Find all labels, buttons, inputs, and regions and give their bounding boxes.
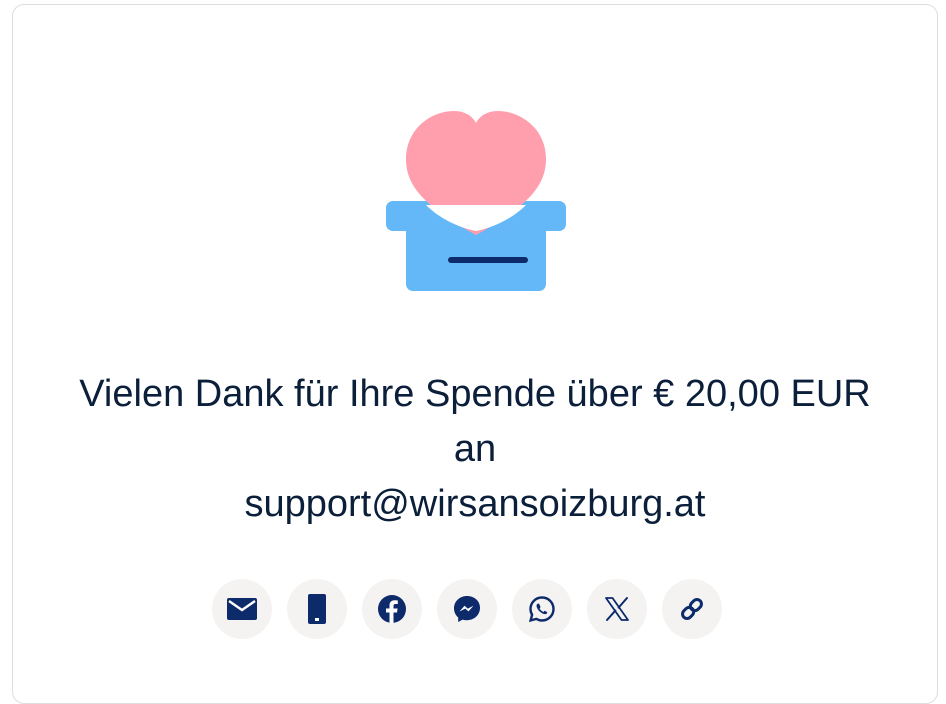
- whatsapp-icon: [528, 596, 555, 623]
- donation-box-heart-illustration: [386, 111, 566, 291]
- thank-you-line: Vielen Dank für Ihre Spende über € 20,00…: [79, 373, 871, 415]
- share-buttons: [212, 579, 722, 639]
- share-x-button[interactable]: [587, 579, 647, 639]
- donation-confirmation-card: Vielen Dank für Ihre Spende über € 20,00…: [12, 4, 938, 704]
- messenger-icon: [454, 596, 480, 622]
- copy-link-button[interactable]: [662, 579, 722, 639]
- thank-you-message: Vielen Dank für Ihre Spende über € 20,00…: [13, 367, 937, 532]
- facebook-icon: [378, 595, 406, 623]
- recipient-prefix: an: [453, 428, 497, 470]
- share-messenger-button[interactable]: [437, 579, 497, 639]
- envelope-icon: [227, 598, 257, 620]
- x-logo-icon: [605, 597, 629, 621]
- share-facebook-button[interactable]: [362, 579, 422, 639]
- share-whatsapp-button[interactable]: [512, 579, 572, 639]
- share-email-button[interactable]: [212, 579, 272, 639]
- mobile-phone-icon: [308, 594, 326, 624]
- link-icon: [681, 598, 703, 620]
- share-sms-button[interactable]: [287, 579, 347, 639]
- recipient-email: support@wirsansoizburg.at: [244, 483, 706, 525]
